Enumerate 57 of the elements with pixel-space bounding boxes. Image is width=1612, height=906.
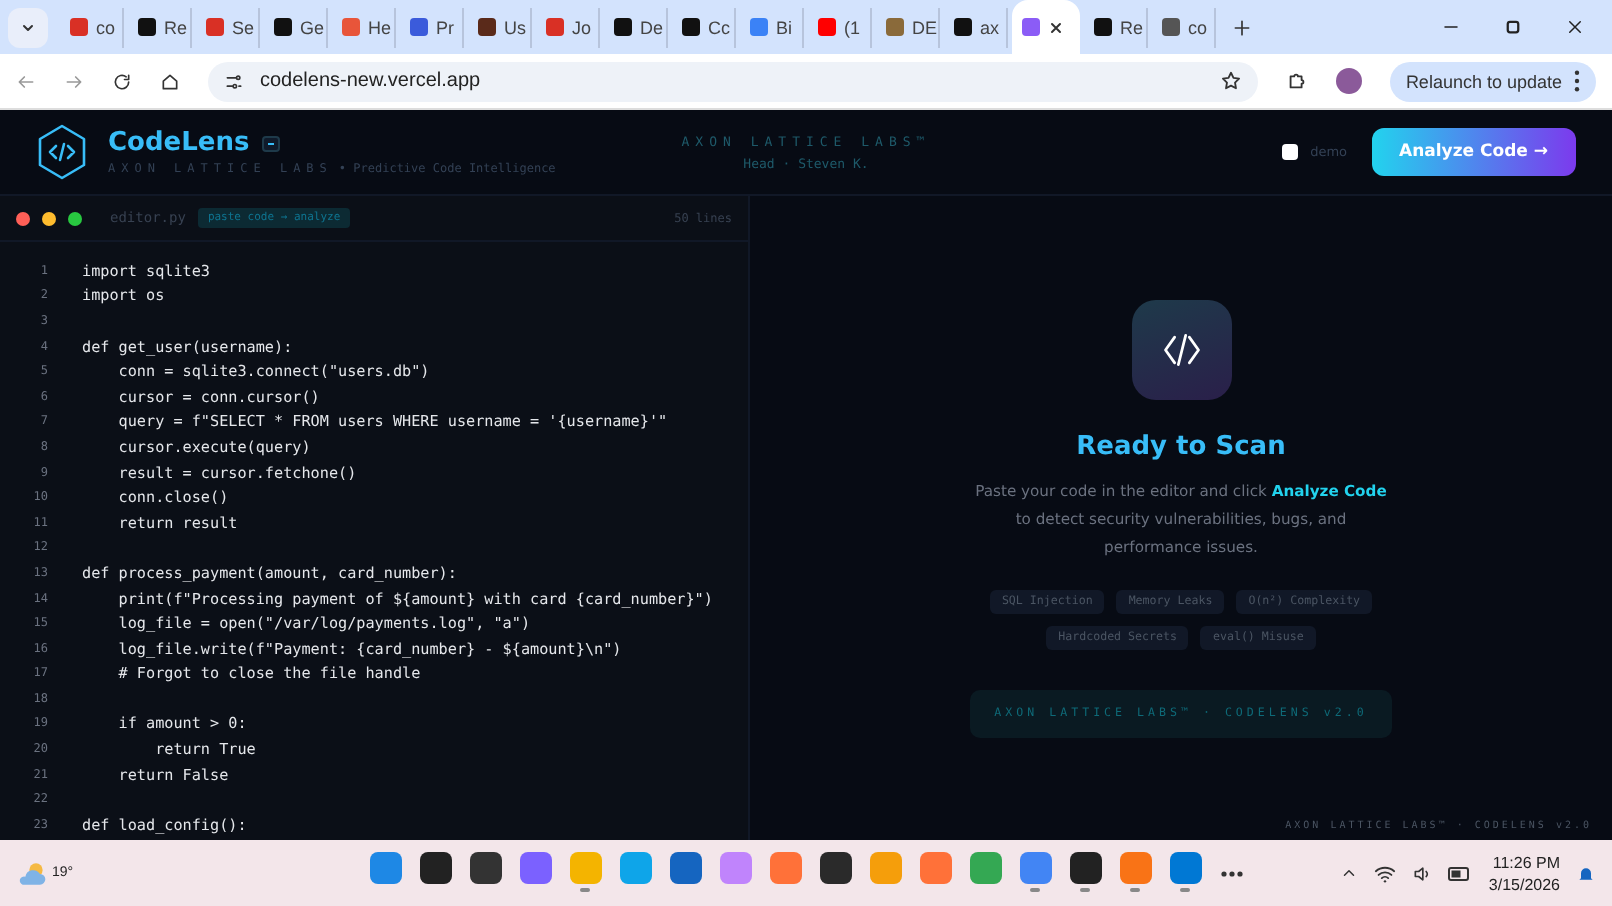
running-indicator [580, 888, 590, 892]
reload-icon[interactable] [112, 71, 132, 91]
demo-checkbox[interactable] [1282, 144, 1299, 160]
collapse-icon[interactable] [261, 135, 280, 151]
running-indicator [1030, 888, 1040, 892]
url-text: codelens-new.vercel.app [260, 70, 481, 92]
browser-tab[interactable]: Us [468, 7, 532, 47]
restore-icon[interactable] [1504, 18, 1522, 36]
close-icon[interactable] [1048, 19, 1064, 35]
browser-tab[interactable]: Jo [536, 7, 600, 47]
browser-tab[interactable]: (1 [808, 7, 872, 47]
analyze-button[interactable]: Analyze Code → [1371, 128, 1576, 176]
home-icon[interactable] [160, 71, 180, 91]
relaunch-button[interactable]: Relaunch to update [1389, 61, 1596, 101]
bell-icon[interactable] [1576, 863, 1596, 883]
browser-tab[interactable]: Re [128, 7, 192, 47]
minimize-dot[interactable] [42, 211, 56, 225]
running-indicator [1130, 888, 1140, 892]
more-icon [1574, 70, 1580, 92]
browser-tab[interactable]: co [1152, 7, 1216, 47]
forward-icon[interactable] [64, 71, 84, 91]
browser-tab[interactable]: Pr [400, 7, 464, 47]
ready-title: Ready to Scan [1076, 432, 1286, 462]
back-icon[interactable] [16, 71, 36, 91]
taskbar-app-button[interactable] [1069, 852, 1101, 894]
browser-tab[interactable]: He [332, 7, 396, 47]
wifi-icon[interactable] [1374, 863, 1397, 883]
close-icon[interactable] [1566, 18, 1584, 36]
speaker-icon[interactable] [1412, 863, 1433, 883]
address-bar[interactable]: codelens-new.vercel.app [208, 61, 1258, 101]
browser-tab[interactable]: De [604, 7, 668, 47]
code-icon [1159, 328, 1203, 372]
profile-avatar[interactable] [1335, 68, 1362, 94]
chevron-up-icon[interactable] [1340, 864, 1359, 882]
browser-tab[interactable]: Se [196, 7, 260, 47]
star-icon[interactable] [1219, 70, 1242, 92]
maximize-dot[interactable] [68, 211, 82, 225]
browser-tab[interactable]: Bi [740, 7, 804, 47]
browser-tab[interactable]: co [60, 7, 124, 47]
browser-tab[interactable]: Re [1084, 7, 1148, 47]
browser-tab[interactable]: ax [944, 7, 1008, 47]
browser-tab[interactable]: Ge [264, 7, 328, 47]
browser-tab[interactable]: DE [876, 7, 940, 47]
running-indicator [1080, 888, 1090, 892]
clock[interactable]: 11:26 PM 3/15/2026 [1488, 851, 1560, 895]
close-dot[interactable] [16, 211, 30, 225]
chevron-down-icon [20, 19, 36, 35]
site-settings-icon[interactable] [224, 71, 244, 91]
running-indicator [1180, 888, 1190, 892]
extensions-icon[interactable] [1285, 70, 1308, 92]
browser-tab[interactable] [1012, 0, 1080, 54]
brand-name: CodeLens [108, 128, 250, 158]
battery-icon[interactable] [1448, 865, 1473, 881]
browser-tab[interactable]: Cc [672, 7, 736, 47]
logo-hexagon-icon [36, 124, 88, 180]
new-tab-icon[interactable] [1232, 17, 1252, 37]
more-icon[interactable] [1219, 869, 1243, 877]
